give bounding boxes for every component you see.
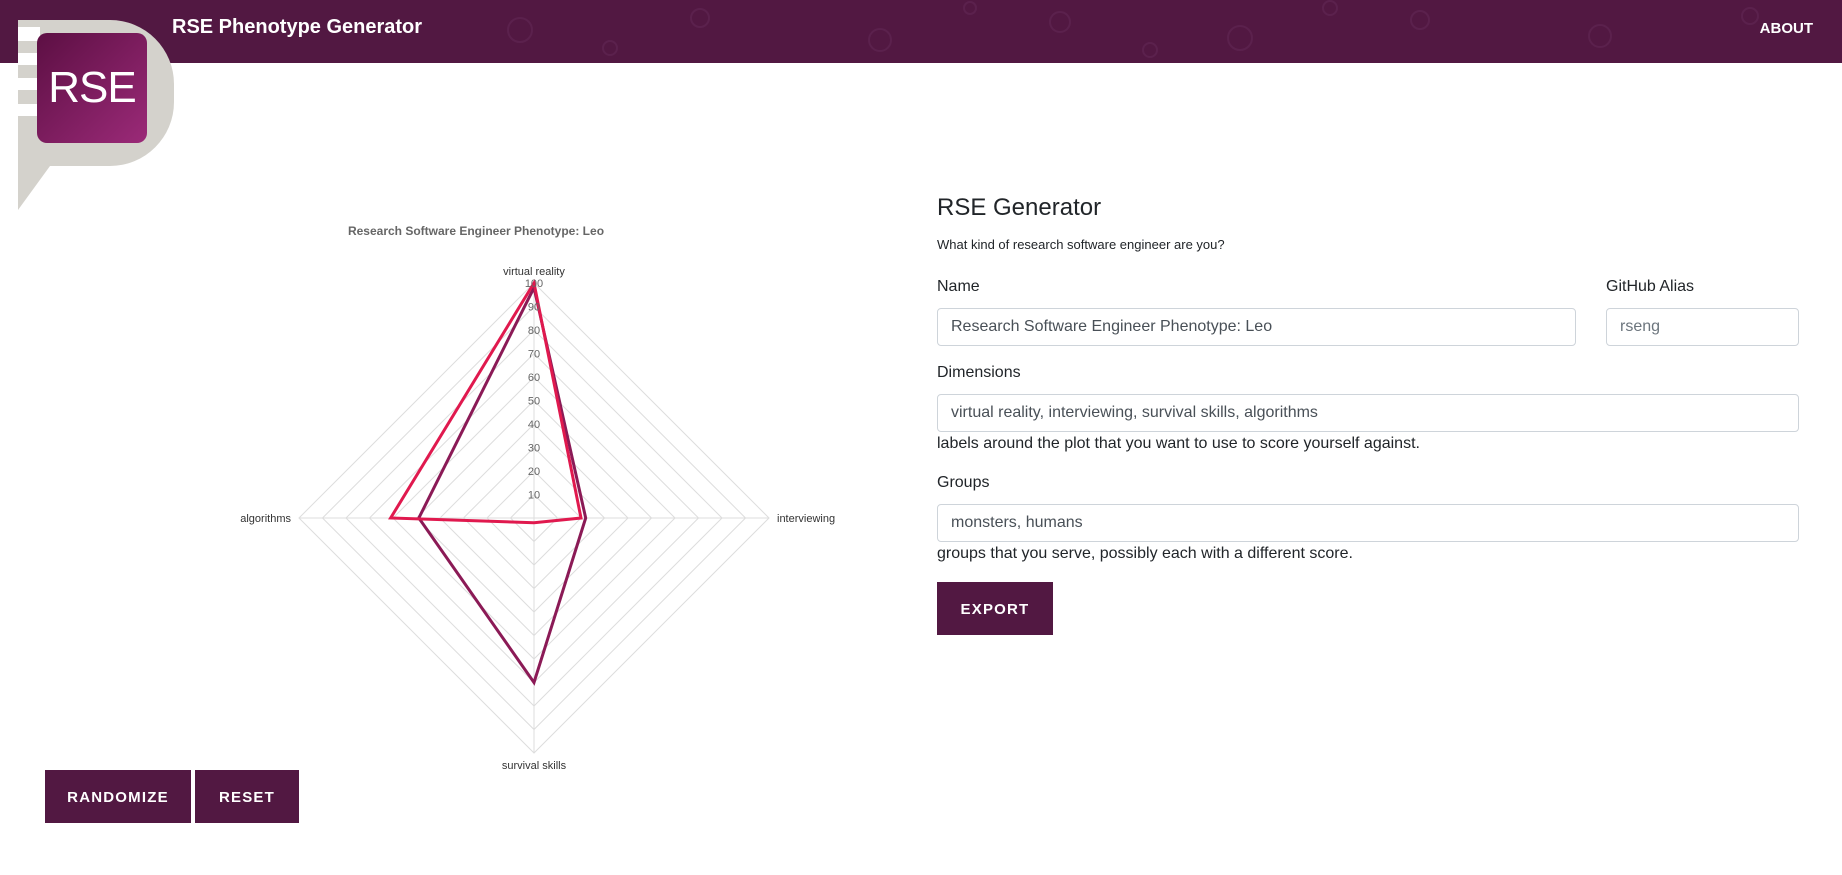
groups-input[interactable]: monsters, humans <box>937 504 1799 542</box>
tick-label: 40 <box>528 419 540 431</box>
form-title: RSE Generator <box>937 194 1102 221</box>
name-label: Name <box>937 278 980 295</box>
tick-label: 30 <box>528 443 540 455</box>
axis-label: virtual reality <box>503 266 565 278</box>
dimensions-help-text: labels around the plot that you want to … <box>937 435 1420 452</box>
form-subtitle: What kind of research software engineer … <box>937 237 1225 252</box>
axis-label: survival skills <box>502 760 567 772</box>
reset-button[interactable]: RESET <box>195 770 299 823</box>
github-alias-input[interactable]: rseng <box>1606 308 1799 346</box>
export-button[interactable]: EXPORT <box>937 582 1053 635</box>
tick-label: 50 <box>528 396 540 408</box>
radar-chart-svg: Research Software Engineer Phenotype: Le… <box>240 224 835 772</box>
tick-label: 70 <box>528 349 540 361</box>
tick-label: 100 <box>525 278 543 290</box>
axis-label: interviewing <box>777 513 835 525</box>
tick-label: 80 <box>528 325 540 337</box>
series-line-monsters <box>388 278 583 525</box>
chart-title: Research Software Engineer Phenotype: Le… <box>348 224 604 238</box>
randomize-button[interactable]: RANDOMIZE <box>45 770 191 823</box>
app-title[interactable]: RSE Phenotype Generator <box>172 16 422 39</box>
name-input[interactable]: Research Software Engineer Phenotype: Le… <box>937 308 1576 346</box>
logo-text[interactable]: RSE <box>37 33 147 143</box>
series-line-humans <box>417 283 588 686</box>
groups-label: Groups <box>937 474 990 491</box>
radar-chart: Research Software Engineer Phenotype: Le… <box>230 215 870 775</box>
about-link[interactable]: ABOUT <box>1760 20 1813 37</box>
tick-label: 60 <box>528 372 540 384</box>
dimensions-label: Dimensions <box>937 364 1021 381</box>
top-navbar: RSE Phenotype Generator ABOUT <box>0 0 1842 63</box>
tick-label: 10 <box>528 490 540 502</box>
groups-help-text: groups that you serve, possibly each wit… <box>937 545 1353 562</box>
tick-label: 20 <box>528 466 540 478</box>
dimensions-input[interactable]: virtual reality, interviewing, survival … <box>937 394 1799 432</box>
axis-label: algorithms <box>240 513 291 525</box>
github-alias-label: GitHub Alias <box>1606 278 1695 295</box>
tick-label: 90 <box>528 302 540 314</box>
